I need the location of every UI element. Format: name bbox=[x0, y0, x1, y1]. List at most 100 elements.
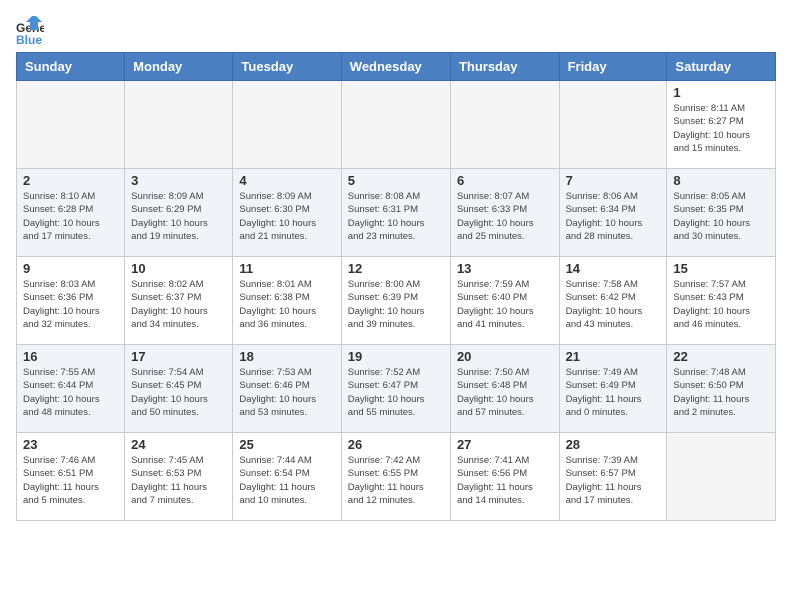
calendar-day: 11Sunrise: 8:01 AMSunset: 6:38 PMDayligh… bbox=[233, 257, 341, 345]
day-number: 16 bbox=[23, 349, 118, 364]
day-info: Sunrise: 7:50 AMSunset: 6:48 PMDaylight:… bbox=[457, 366, 553, 419]
day-number: 5 bbox=[348, 173, 444, 188]
calendar-day: 22Sunrise: 7:48 AMSunset: 6:50 PMDayligh… bbox=[667, 345, 776, 433]
page-header: General Blue bbox=[16, 16, 776, 44]
day-number: 21 bbox=[566, 349, 661, 364]
day-info: Sunrise: 8:02 AMSunset: 6:37 PMDaylight:… bbox=[131, 278, 226, 331]
calendar-day: 1 Sunrise: 8:11 AMSunset: 6:27 PMDaylight… bbox=[667, 81, 776, 169]
day-info: Sunrise: 7:52 AMSunset: 6:47 PMDaylight:… bbox=[348, 366, 444, 419]
day-number: 27 bbox=[457, 437, 553, 452]
calendar-day bbox=[17, 81, 125, 169]
day-info: Sunrise: 8:09 AMSunset: 6:30 PMDaylight:… bbox=[239, 190, 334, 243]
calendar-day: 28 Sunrise: 7:39 AMSunset: 6:57 PMDayligh… bbox=[559, 433, 667, 521]
day-number: 13 bbox=[457, 261, 553, 276]
calendar-day: 10 Sunrise: 8:02 AMSunset: 6:37 PMDayligh… bbox=[125, 257, 233, 345]
day-number: 14 bbox=[566, 261, 661, 276]
column-header-friday: Friday bbox=[559, 53, 667, 81]
day-number: 17 bbox=[131, 349, 226, 364]
day-info: Sunrise: 7:58 AMSunset: 6:42 PMDaylight:… bbox=[566, 278, 661, 331]
day-number: 6 bbox=[457, 173, 553, 188]
day-info: Sunrise: 8:08 AMSunset: 6:31 PMDaylight:… bbox=[348, 190, 444, 243]
day-info: Sunrise: 7:45 AMSunset: 6:53 PMDaylight:… bbox=[131, 454, 226, 507]
calendar-day bbox=[450, 81, 559, 169]
calendar-day: 12 Sunrise: 8:00 AMSunset: 6:39 PMDayligh… bbox=[341, 257, 450, 345]
day-number: 15 bbox=[673, 261, 769, 276]
day-number: 1 bbox=[673, 85, 769, 100]
calendar-day: 17Sunrise: 7:54 AMSunset: 6:45 PMDayligh… bbox=[125, 345, 233, 433]
day-number: 10 bbox=[131, 261, 226, 276]
day-number: 9 bbox=[23, 261, 118, 276]
calendar-day: 14 Sunrise: 7:58 AMSunset: 6:42 PMDayligh… bbox=[559, 257, 667, 345]
calendar-day: 3 Sunrise: 8:09 AMSunset: 6:29 PMDaylight… bbox=[125, 169, 233, 257]
day-number: 23 bbox=[23, 437, 118, 452]
calendar-day: 4 Sunrise: 8:09 AMSunset: 6:30 PMDaylight… bbox=[233, 169, 341, 257]
day-number: 4 bbox=[239, 173, 334, 188]
calendar-day bbox=[233, 81, 341, 169]
day-number: 26 bbox=[348, 437, 444, 452]
day-number: 24 bbox=[131, 437, 226, 452]
day-info: Sunrise: 8:10 AMSunset: 6:28 PMDaylight:… bbox=[23, 190, 118, 243]
calendar-week-row: 23 Sunrise: 7:46 AMSunset: 6:51 PMDayligh… bbox=[17, 433, 776, 521]
day-number: 12 bbox=[348, 261, 444, 276]
day-info: Sunrise: 8:07 AMSunset: 6:33 PMDaylight:… bbox=[457, 190, 553, 243]
day-number: 19 bbox=[348, 349, 444, 364]
day-info: Sunrise: 8:05 AMSunset: 6:35 PMDaylight:… bbox=[673, 190, 769, 243]
column-header-saturday: Saturday bbox=[667, 53, 776, 81]
calendar-day: 18 Sunrise: 7:53 AMSunset: 6:46 PMDayligh… bbox=[233, 345, 341, 433]
calendar-day: 8 Sunrise: 8:05 AMSunset: 6:35 PMDaylight… bbox=[667, 169, 776, 257]
day-info: Sunrise: 8:03 AMSunset: 6:36 PMDaylight:… bbox=[23, 278, 118, 331]
calendar-day: 26 Sunrise: 7:42 AMSunset: 6:55 PMDayligh… bbox=[341, 433, 450, 521]
calendar-day: 5 Sunrise: 8:08 AMSunset: 6:31 PMDaylight… bbox=[341, 169, 450, 257]
day-number: 8 bbox=[673, 173, 769, 188]
day-info: Sunrise: 7:41 AMSunset: 6:56 PMDaylight:… bbox=[457, 454, 553, 507]
calendar-day: 15 Sunrise: 7:57 AMSunset: 6:43 PMDayligh… bbox=[667, 257, 776, 345]
calendar-week-row: 9 Sunrise: 8:03 AMSunset: 6:36 PMDaylight… bbox=[17, 257, 776, 345]
day-info: Sunrise: 8:11 AMSunset: 6:27 PMDaylight:… bbox=[673, 102, 769, 155]
day-info: Sunrise: 7:42 AMSunset: 6:55 PMDaylight:… bbox=[348, 454, 444, 507]
day-number: 11 bbox=[239, 261, 334, 276]
day-info: Sunrise: 7:53 AMSunset: 6:46 PMDaylight:… bbox=[239, 366, 334, 419]
svg-text:Blue: Blue bbox=[16, 33, 42, 44]
calendar-day: 19 Sunrise: 7:52 AMSunset: 6:47 PMDayligh… bbox=[341, 345, 450, 433]
calendar-day: 7 Sunrise: 8:06 AMSunset: 6:34 PMDaylight… bbox=[559, 169, 667, 257]
calendar-day: 25Sunrise: 7:44 AMSunset: 6:54 PMDayligh… bbox=[233, 433, 341, 521]
day-info: Sunrise: 7:48 AMSunset: 6:50 PMDaylight:… bbox=[673, 366, 769, 419]
calendar-day: 20Sunrise: 7:50 AMSunset: 6:48 PMDayligh… bbox=[450, 345, 559, 433]
calendar-day: 24 Sunrise: 7:45 AMSunset: 6:53 PMDayligh… bbox=[125, 433, 233, 521]
calendar-day: 2Sunrise: 8:10 AMSunset: 6:28 PMDaylight… bbox=[17, 169, 125, 257]
day-info: Sunrise: 7:44 AMSunset: 6:54 PMDaylight:… bbox=[239, 454, 334, 507]
day-number: 28 bbox=[566, 437, 661, 452]
calendar-day: 27 Sunrise: 7:41 AMSunset: 6:56 PMDayligh… bbox=[450, 433, 559, 521]
calendar-week-row: 1 Sunrise: 8:11 AMSunset: 6:27 PMDaylight… bbox=[17, 81, 776, 169]
day-info: Sunrise: 7:39 AMSunset: 6:57 PMDaylight:… bbox=[566, 454, 661, 507]
calendar-day bbox=[341, 81, 450, 169]
day-info: Sunrise: 8:00 AMSunset: 6:39 PMDaylight:… bbox=[348, 278, 444, 331]
calendar-day: 6 Sunrise: 8:07 AMSunset: 6:33 PMDaylight… bbox=[450, 169, 559, 257]
calendar-table: SundayMondayTuesdayWednesdayThursdayFrid… bbox=[16, 52, 776, 521]
calendar-day: 13 Sunrise: 7:59 AMSunset: 6:40 PMDayligh… bbox=[450, 257, 559, 345]
day-info: Sunrise: 7:46 AMSunset: 6:51 PMDaylight:… bbox=[23, 454, 118, 507]
calendar-day: 16Sunrise: 7:55 AMSunset: 6:44 PMDayligh… bbox=[17, 345, 125, 433]
day-info: Sunrise: 8:06 AMSunset: 6:34 PMDaylight:… bbox=[566, 190, 661, 243]
column-header-wednesday: Wednesday bbox=[341, 53, 450, 81]
column-header-monday: Monday bbox=[125, 53, 233, 81]
calendar-day: 23 Sunrise: 7:46 AMSunset: 6:51 PMDayligh… bbox=[17, 433, 125, 521]
calendar-day bbox=[559, 81, 667, 169]
calendar-day: 21 Sunrise: 7:49 AMSunset: 6:49 PMDayligh… bbox=[559, 345, 667, 433]
day-number: 7 bbox=[566, 173, 661, 188]
column-header-tuesday: Tuesday bbox=[233, 53, 341, 81]
logo-icon: General Blue bbox=[16, 16, 44, 44]
logo: General Blue bbox=[16, 16, 48, 44]
day-info: Sunrise: 7:49 AMSunset: 6:49 PMDaylight:… bbox=[566, 366, 661, 419]
day-info: Sunrise: 7:59 AMSunset: 6:40 PMDaylight:… bbox=[457, 278, 553, 331]
day-info: Sunrise: 7:57 AMSunset: 6:43 PMDaylight:… bbox=[673, 278, 769, 331]
column-header-thursday: Thursday bbox=[450, 53, 559, 81]
day-info: Sunrise: 8:09 AMSunset: 6:29 PMDaylight:… bbox=[131, 190, 226, 243]
calendar-week-row: 2Sunrise: 8:10 AMSunset: 6:28 PMDaylight… bbox=[17, 169, 776, 257]
calendar-header-row: SundayMondayTuesdayWednesdayThursdayFrid… bbox=[17, 53, 776, 81]
calendar-week-row: 16Sunrise: 7:55 AMSunset: 6:44 PMDayligh… bbox=[17, 345, 776, 433]
day-number: 3 bbox=[131, 173, 226, 188]
column-header-sunday: Sunday bbox=[17, 53, 125, 81]
day-number: 18 bbox=[239, 349, 334, 364]
calendar-day: 9 Sunrise: 8:03 AMSunset: 6:36 PMDaylight… bbox=[17, 257, 125, 345]
